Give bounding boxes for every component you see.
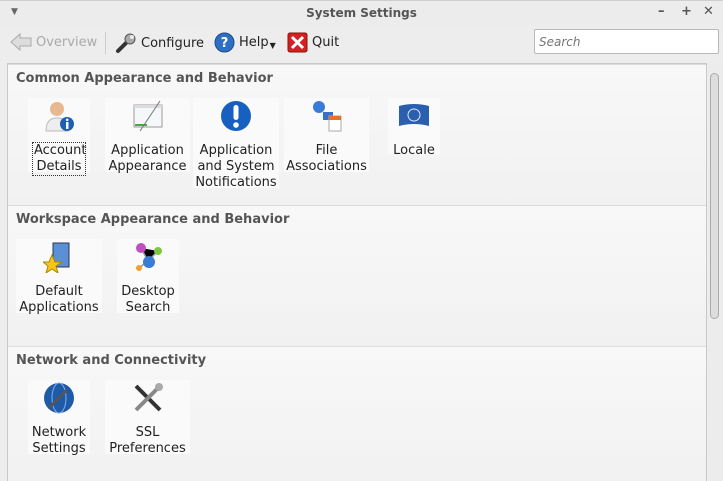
item-label: Locale (393, 143, 435, 158)
item-network-settings[interactable]: Network Settings (28, 380, 90, 456)
section-title: Network and Connectivity (16, 353, 207, 368)
help-icon: ? (214, 32, 235, 53)
item-label: Account Details (32, 142, 87, 176)
dropdown-arrow-icon: ▼ (269, 41, 276, 50)
item-notifications[interactable]: Application and System Notifications (193, 98, 279, 190)
ssl-tools-icon (134, 383, 163, 412)
configure-label: Configure (141, 35, 205, 51)
search-input[interactable] (534, 29, 719, 54)
item-label: Network Settings (31, 425, 87, 456)
item-application-appearance[interactable]: Application Appearance (105, 98, 190, 174)
locale-flag-icon (399, 104, 429, 126)
item-label: Desktop Search (121, 284, 175, 315)
quit-icon (287, 32, 308, 53)
back-arrow-icon (10, 33, 32, 51)
title-bar: ▼ System Settings – + ✕ (0, 0, 723, 26)
section-network-connectivity: Network and Connectivity Network Setting… (8, 346, 706, 481)
maximize-icon[interactable]: + (681, 4, 692, 19)
help-button[interactable]: ? Help ▼ (214, 32, 276, 53)
quit-button[interactable]: Quit (287, 32, 339, 53)
item-label: Default Applications (19, 284, 99, 315)
network-globe-icon (44, 382, 74, 414)
quit-label: Quit (312, 35, 340, 50)
appearance-icon (133, 100, 162, 132)
section-workspace-appearance: Workspace Appearance and Behavior Defaul… (8, 205, 706, 346)
item-label: Application and System Notifications (195, 143, 277, 190)
minimize-icon[interactable]: – (658, 4, 665, 19)
section-title: Common Appearance and Behavior (16, 71, 273, 86)
item-ssl-preferences[interactable]: SSL Preferences (105, 380, 190, 456)
settings-content: Common Appearance and Behavior Account D… (7, 63, 707, 481)
configure-button[interactable]: Configure (115, 32, 204, 54)
overview-button[interactable]: Overview (10, 33, 97, 51)
notification-icon (221, 101, 251, 131)
toolbar-separator (105, 32, 106, 54)
item-label: Application Appearance (108, 143, 187, 174)
item-label: File Associations (286, 143, 367, 174)
item-account-details[interactable]: Account Details (28, 98, 90, 176)
desktop-search-icon (136, 243, 162, 271)
item-desktop-search[interactable]: Desktop Search (117, 239, 179, 315)
help-label: Help (239, 35, 269, 50)
item-locale[interactable]: Locale (388, 98, 440, 158)
svg-text:?: ? (221, 36, 229, 51)
scrollbar-thumb[interactable] (710, 73, 719, 319)
overview-label: Overview (36, 34, 98, 50)
vertical-scrollbar[interactable] (708, 63, 722, 481)
item-default-applications[interactable]: Default Applications (16, 239, 102, 315)
section-common-appearance: Common Appearance and Behavior Account D… (8, 64, 706, 205)
file-associations-icon (312, 101, 341, 132)
close-icon[interactable]: ✕ (703, 4, 714, 19)
account-icon (45, 102, 74, 132)
item-label: SSL Preferences (109, 425, 186, 456)
section-title: Workspace Appearance and Behavior (16, 212, 290, 227)
item-file-associations[interactable]: File Associations (284, 98, 369, 174)
default-apps-icon (41, 242, 70, 275)
wrench-icon (116, 33, 136, 53)
window-title: System Settings (306, 6, 417, 20)
